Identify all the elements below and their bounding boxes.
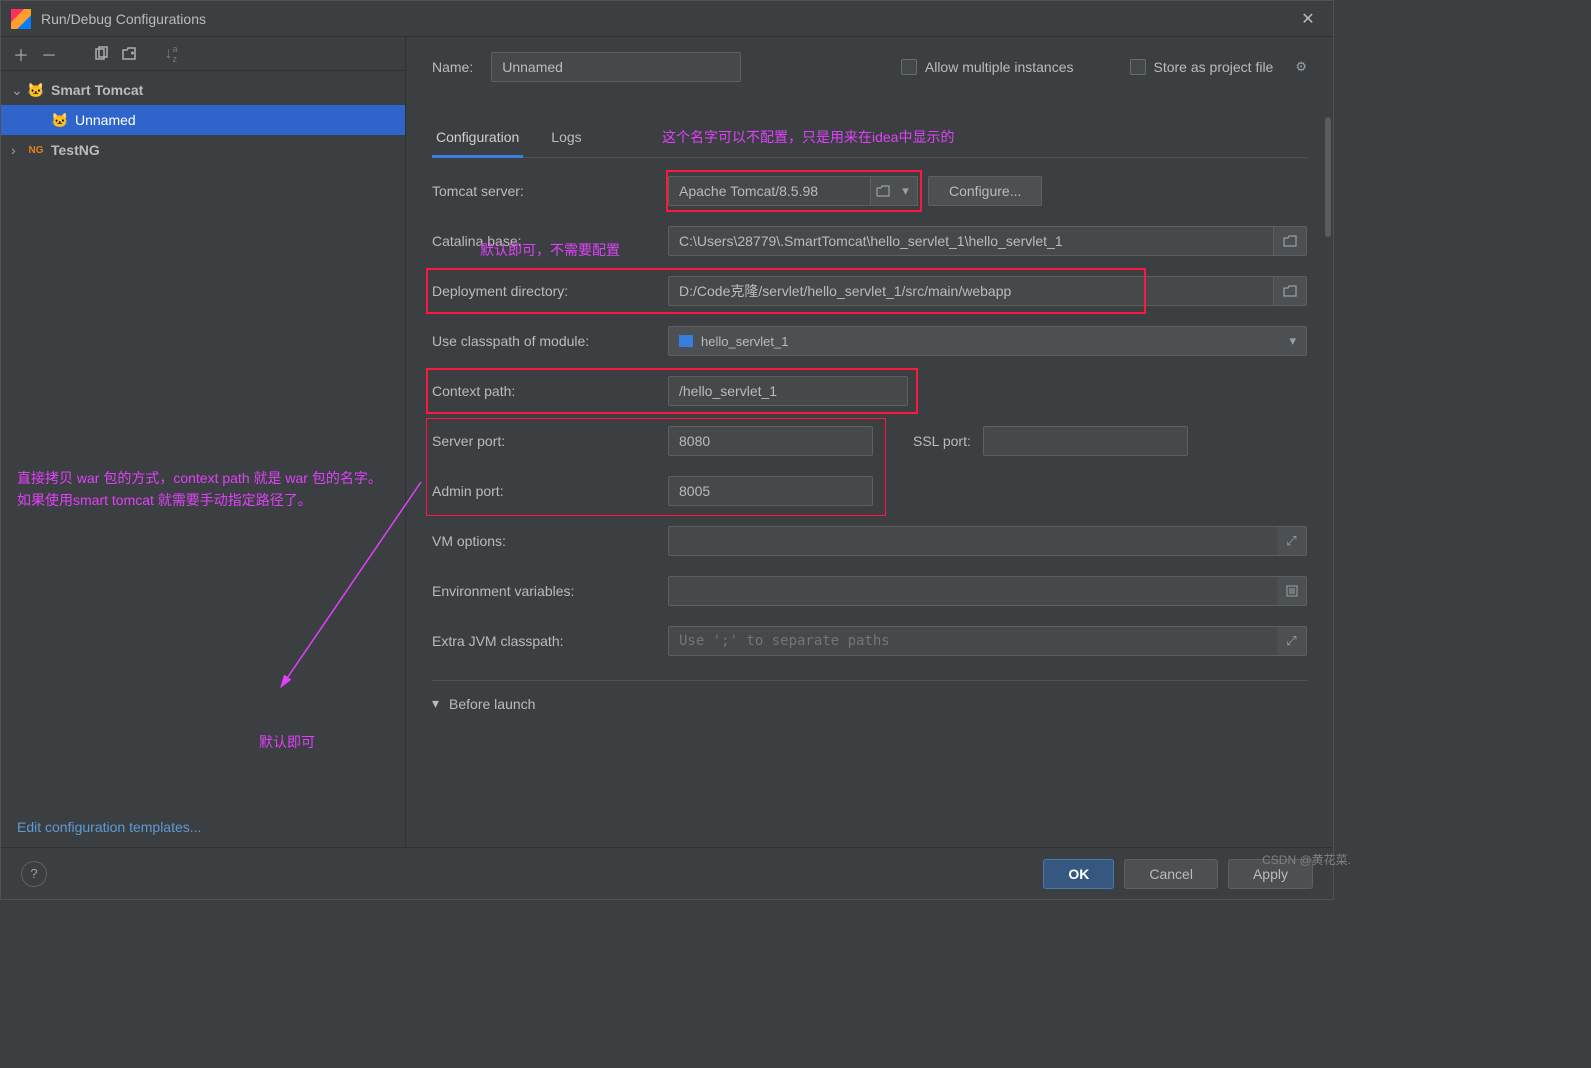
row-env-vars: Environment variables: [432,576,1307,606]
admin-port-label: Admin port: [432,483,668,499]
tree-node-smart-tomcat[interactable]: ⌄ 🐱 Smart Tomcat [1,75,405,105]
ssl-port-label: SSL port: [913,433,971,449]
server-port-label: Server port: [432,433,668,449]
row-extra-jvm: Extra JVM classpath: ⤢ [432,626,1307,656]
tree-node-testng[interactable]: › NG TestNG [1,135,405,165]
copy-config-button[interactable] [89,42,113,66]
name-row: Name: Allow multiple instances Store as … [432,47,1307,87]
save-config-button[interactable] [117,42,141,66]
expand-icon[interactable]: ⤢ [1277,526,1307,556]
catalina-base-input[interactable] [668,226,1273,256]
titlebar: Run/Debug Configurations ✕ [1,1,1333,37]
window-title: Run/Debug Configurations [41,11,206,27]
row-classpath-module: Use classpath of module: hello_servlet_1… [432,326,1307,356]
chevron-down-icon: ▾ [1289,333,1296,349]
remove-config-button[interactable]: － [37,42,61,66]
sort-a-z-button[interactable]: ↓az [159,42,183,66]
right-panel: Name: Allow multiple instances Store as … [406,37,1333,847]
row-deployment-dir: Deployment directory: [432,276,1307,306]
name-label: Name: [432,59,473,75]
scrollbar[interactable] [1323,117,1333,847]
expand-icon[interactable]: ⤢ [1277,626,1307,656]
deployment-dir-input[interactable] [668,276,1273,306]
row-vm-options: VM options: ⤢ [432,526,1307,556]
app-icon [11,9,31,29]
config-toolbar: ＋ － ↓az [1,37,405,71]
context-path-input[interactable] [668,376,908,406]
configure-button[interactable]: Configure... [928,176,1042,206]
config-form: Tomcat server: ▾ Configure... Catalina b… [432,176,1307,656]
tree-label: TestNG [51,142,100,158]
before-launch-section[interactable]: ▾ Before launch [432,680,1307,712]
checkbox-icon [901,59,917,75]
browse-icon[interactable] [870,176,894,206]
annotation-name-note: 这个名字可以不配置，只是用来在idea中显示的 [662,127,954,147]
tab-logs[interactable]: Logs [547,123,585,157]
deployment-dir-label: Deployment directory: [432,283,668,299]
gear-icon[interactable]: ⚙ [1295,59,1307,75]
classpath-label: Use classpath of module: [432,333,668,349]
store-project-checkbox[interactable]: Store as project file [1130,59,1274,75]
vm-options-label: VM options: [432,533,668,549]
left-panel: ＋ － ↓az ⌄ 🐱 Smart Tomcat 🐱 [1,37,406,847]
catalina-base-label: Catalina base: [432,233,668,249]
tree-node-unnamed[interactable]: 🐱 Unnamed [1,105,405,135]
before-launch-label: Before launch [449,696,535,712]
row-catalina-base: Catalina base: 默认即可，不需要配置 [432,226,1307,256]
module-dropdown[interactable]: hello_servlet_1 ▾ [668,326,1307,356]
extra-jvm-input[interactable] [668,626,1277,656]
tomcat-server-input[interactable] [668,176,870,206]
close-icon[interactable]: ✕ [1293,4,1323,34]
help-button[interactable]: ? [21,861,47,887]
tabs: Configuration Logs 这个名字可以不配置，只是用来在idea中显… [432,123,1307,158]
browse-icon[interactable] [1273,226,1307,256]
ok-button[interactable]: OK [1043,859,1114,889]
vm-options-input[interactable] [668,526,1277,556]
admin-port-input[interactable] [668,476,873,506]
row-server-port: Server port: SSL port: [432,426,1307,456]
add-config-button[interactable]: ＋ [9,42,33,66]
cancel-button[interactable]: Cancel [1124,859,1218,889]
module-value: hello_servlet_1 [701,334,788,349]
dialog-window: Run/Debug Configurations ✕ ＋ － ↓az ⌄ 🐱 [0,0,1334,900]
tab-configuration[interactable]: Configuration [432,123,523,158]
tomcat-icon: 🐱 [27,82,45,99]
chevron-right-icon: › [11,142,25,158]
row-admin-port: Admin port: [432,476,1307,506]
row-context-path: Context path: [432,376,1307,406]
tree-label: Smart Tomcat [51,82,143,98]
name-input[interactable] [491,52,741,82]
bottom-bar: ? OK Cancel Apply [1,847,1333,899]
dialog-body: ＋ － ↓az ⌄ 🐱 Smart Tomcat 🐱 [1,37,1333,847]
module-icon [679,335,693,347]
chevron-down-icon: ⌄ [11,82,25,99]
extra-jvm-label: Extra JVM classpath: [432,633,668,649]
edit-templates-link[interactable]: Edit configuration templates... [1,807,405,847]
testng-icon: NG [27,145,45,156]
server-port-input[interactable] [668,426,873,456]
watermark: CSDN @黄花菜. [1262,851,1351,868]
config-tree[interactable]: ⌄ 🐱 Smart Tomcat 🐱 Unnamed › NG TestNG [1,71,405,807]
ssl-port-input[interactable] [983,426,1188,456]
env-vars-input[interactable] [668,576,1277,606]
tomcat-server-label: Tomcat server: [432,183,668,199]
checkbox-icon [1130,59,1146,75]
chevron-down-icon: ▾ [432,695,439,712]
browse-icon[interactable] [1273,276,1307,306]
checkbox-label: Store as project file [1154,59,1274,75]
context-path-label: Context path: [432,383,668,399]
tomcat-icon: 🐱 [51,112,69,129]
checkbox-label: Allow multiple instances [925,59,1074,75]
row-tomcat-server: Tomcat server: ▾ Configure... [432,176,1307,206]
list-icon[interactable] [1277,576,1307,606]
tree-label: Unnamed [75,112,136,128]
allow-multiple-checkbox[interactable]: Allow multiple instances [901,59,1074,75]
env-vars-label: Environment variables: [432,583,668,599]
dropdown-icon[interactable]: ▾ [894,176,918,206]
